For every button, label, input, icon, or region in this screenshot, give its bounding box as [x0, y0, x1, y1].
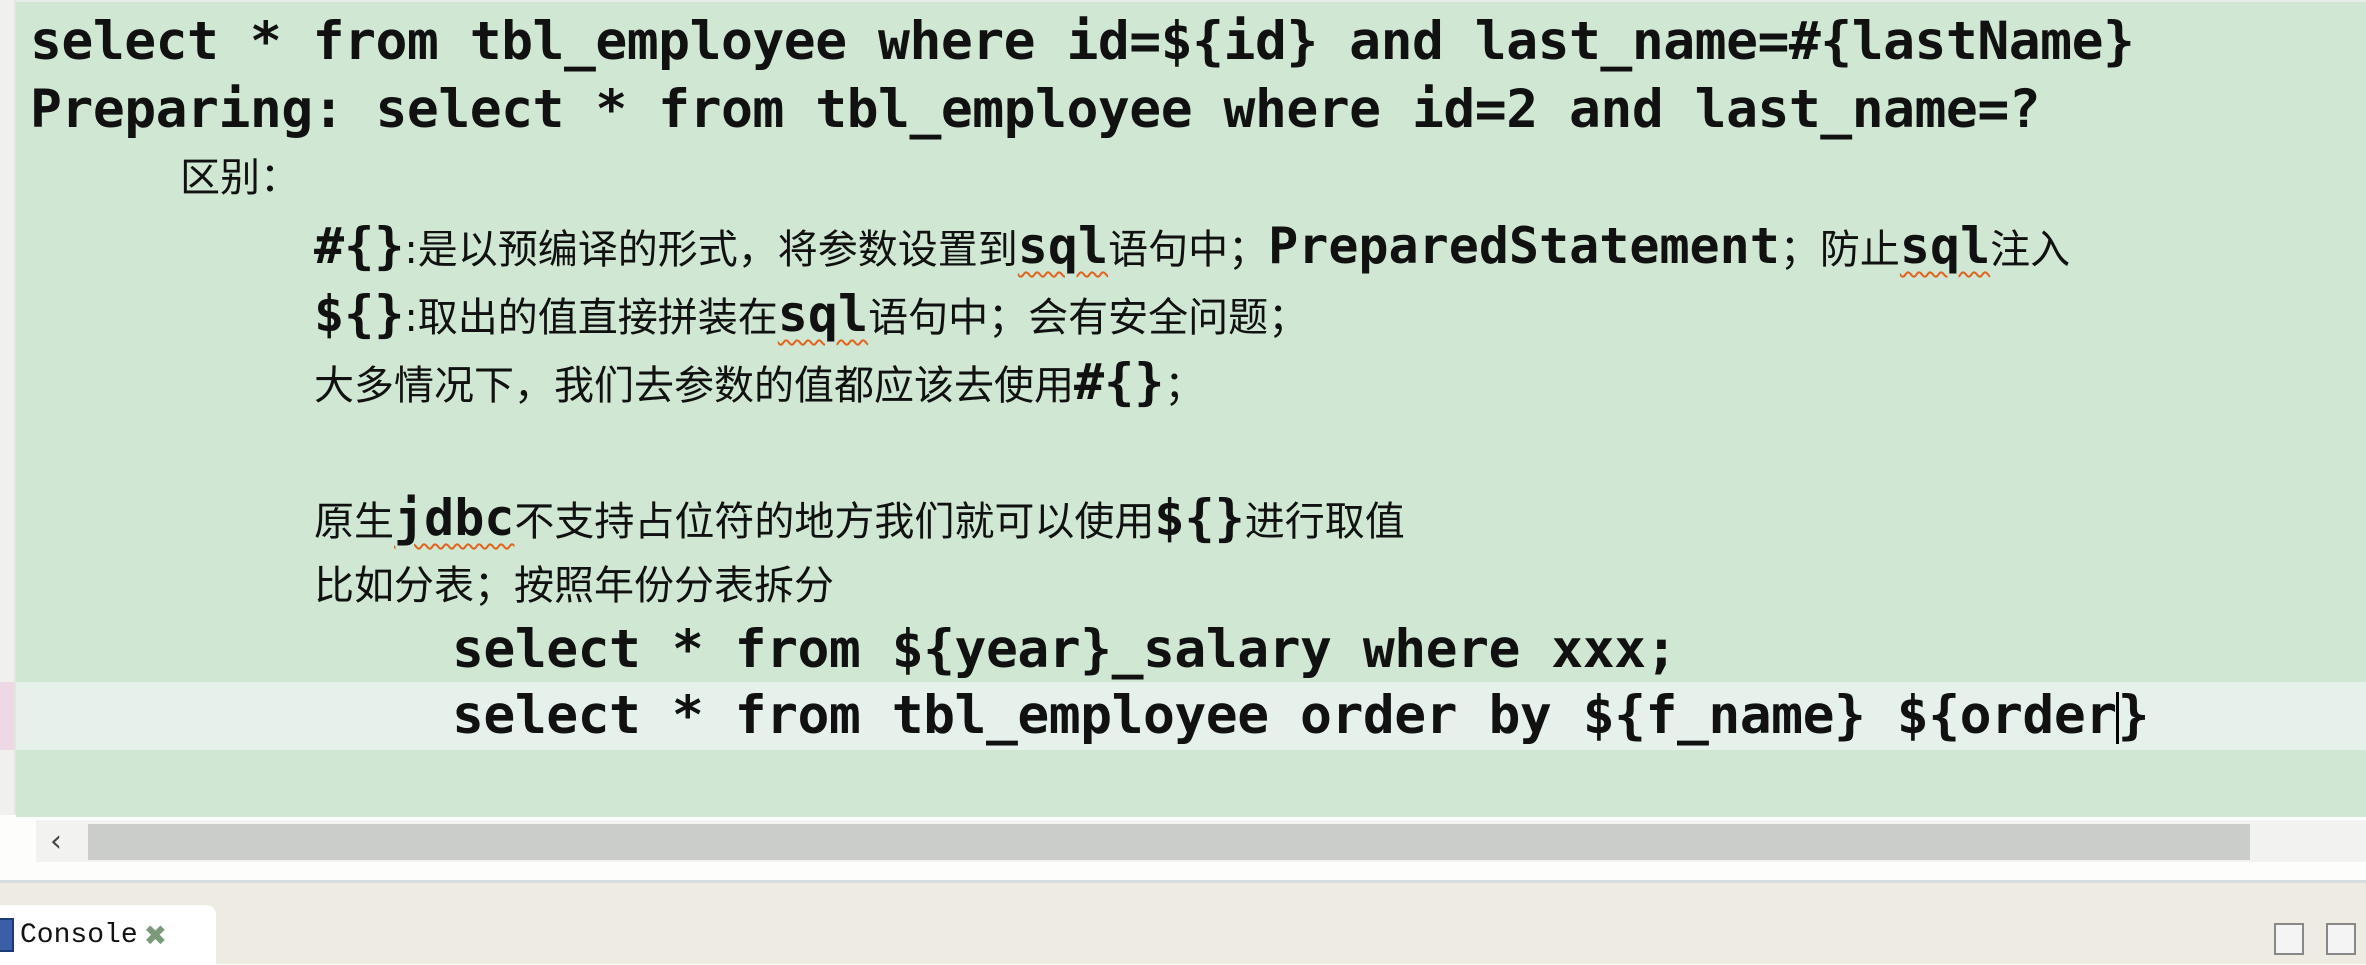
text-span: :取出的值直接拼装在: [404, 295, 778, 341]
scrollbar-thumb[interactable]: [88, 824, 2250, 860]
text-editor[interactable]: select * from tbl_employee where id=${id…: [0, 0, 2366, 817]
text-span: 进行取值: [1244, 499, 1405, 545]
bottom-panel: Console ✖: [0, 883, 2366, 965]
spell-error-word: sql: [777, 285, 869, 343]
text-span: PreparedStatement: [1268, 217, 1780, 275]
minimize-icon[interactable]: [2274, 923, 2304, 955]
text-span: ；: [1164, 363, 1205, 409]
text-span: 大多情况下，我们去参数的值都应该去使用: [314, 363, 1074, 409]
text-span: #{}: [1074, 353, 1165, 411]
text-span: ${}: [1154, 489, 1245, 547]
text-span: 原生: [314, 499, 394, 545]
current-line-marker: [0, 682, 14, 750]
text-line: 原生jdbc不支持占位符的地方我们就可以使用${}进行取值: [314, 484, 2366, 552]
console-icon: [0, 918, 14, 952]
spell-error-word: jdbc: [394, 489, 515, 547]
text-line: 区别：: [180, 155, 300, 201]
scroll-left-arrow-icon[interactable]: ‹: [50, 824, 62, 859]
text-span: ；防止: [1779, 227, 1900, 273]
text-span: 语句中；会有安全问题；: [868, 295, 1309, 341]
text-span: 语句中；: [1108, 227, 1269, 273]
spell-error-word: sql: [1899, 217, 1991, 275]
tab-console[interactable]: Console ✖: [0, 905, 216, 965]
text-span: ${}: [314, 285, 405, 343]
text-line: ${}:取出的值直接拼装在sql语句中；会有安全问题；: [314, 280, 2366, 348]
text-span: }: [2117, 685, 2150, 746]
text-span: 注入: [1990, 227, 2071, 273]
code-line: select * from ${year}_salary where xxx;: [452, 619, 1677, 680]
code-line: select * from tbl_employee order by ${f_…: [452, 682, 2366, 750]
maximize-icon[interactable]: [2326, 923, 2356, 955]
text-span: 不支持占位符的地方我们就可以使用: [514, 499, 1155, 545]
spell-error-word: sql: [1017, 217, 1109, 275]
close-icon[interactable]: ✖: [144, 919, 167, 952]
code-line: select * from tbl_employee where id=${id…: [30, 11, 2135, 72]
text-line: #{}:是以预编译的形式，将参数设置到sql语句中；PreparedStatem…: [314, 212, 2366, 280]
code-line: Preparing: select * from tbl_employee wh…: [30, 79, 2041, 140]
horizontal-scrollbar[interactable]: ‹: [36, 820, 2366, 862]
text-line: 比如分表；按照年份分表拆分: [314, 563, 834, 609]
text-span: #{}: [314, 217, 405, 275]
text-span: :是以预编译的形式，将参数设置到: [404, 227, 1018, 273]
tab-label: Console: [20, 919, 138, 951]
text-line: 大多情况下，我们去参数的值都应该去使用#{}；: [314, 348, 2366, 416]
text-span: select * from tbl_employee order by ${f_…: [452, 685, 2117, 746]
